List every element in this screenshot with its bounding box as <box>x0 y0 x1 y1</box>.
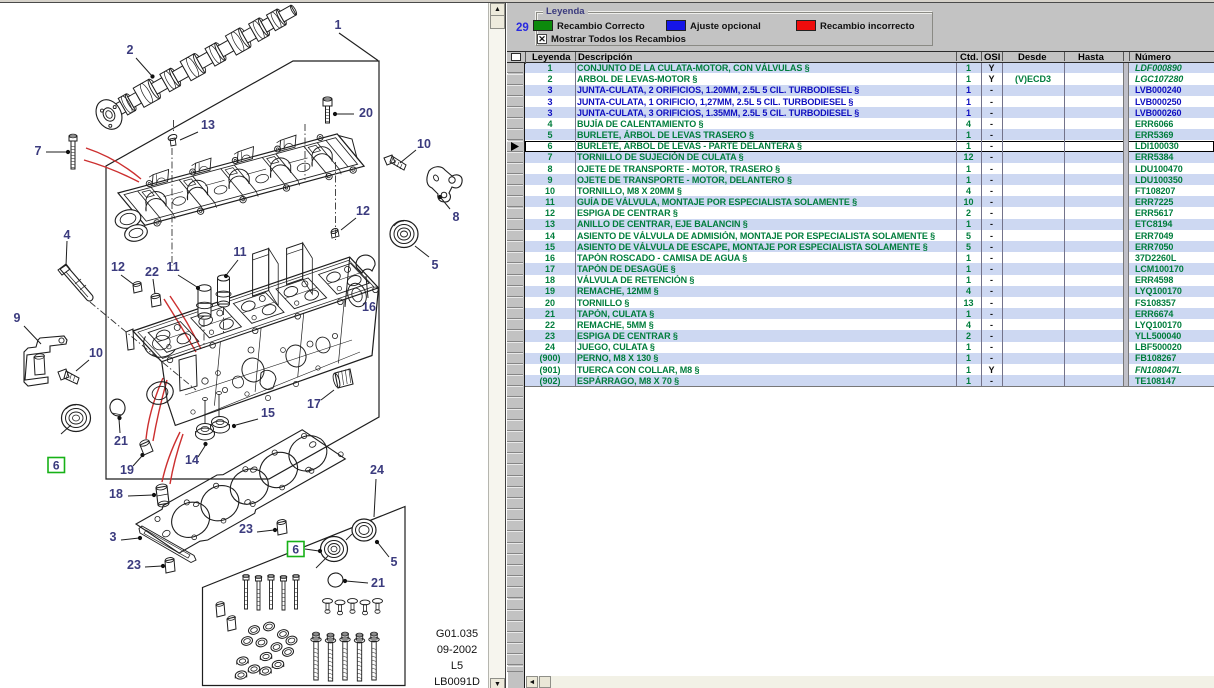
svg-text:LB0091D: LB0091D <box>434 676 480 688</box>
svg-text:3: 3 <box>110 530 117 544</box>
svg-text:G01.035: G01.035 <box>436 628 478 640</box>
svg-text:2: 2 <box>127 43 134 57</box>
svg-text:11: 11 <box>166 260 179 274</box>
svg-text:09-2002: 09-2002 <box>437 644 477 656</box>
svg-text:22: 22 <box>145 265 159 279</box>
svg-text:20: 20 <box>359 106 373 120</box>
svg-text:12: 12 <box>356 204 370 218</box>
svg-text:5: 5 <box>391 555 398 569</box>
svg-text:12: 12 <box>111 260 125 274</box>
svg-text:16: 16 <box>362 300 376 314</box>
svg-text:15: 15 <box>261 406 275 420</box>
svg-text:6: 6 <box>292 543 299 557</box>
svg-text:18: 18 <box>109 487 123 501</box>
svg-text:9: 9 <box>14 311 21 325</box>
svg-text:11: 11 <box>233 245 246 259</box>
svg-text:4: 4 <box>64 228 71 242</box>
svg-text:23: 23 <box>127 558 141 572</box>
svg-text:24: 24 <box>370 463 384 477</box>
svg-text:10: 10 <box>89 346 103 360</box>
svg-text:6: 6 <box>53 459 60 473</box>
svg-text:1: 1 <box>335 18 342 32</box>
svg-text:21: 21 <box>114 434 128 448</box>
svg-text:5: 5 <box>432 258 439 272</box>
svg-text:19: 19 <box>120 463 134 477</box>
svg-text:8: 8 <box>453 210 460 224</box>
svg-text:17: 17 <box>307 397 321 411</box>
svg-text:23: 23 <box>239 522 253 536</box>
svg-text:L5: L5 <box>451 660 463 672</box>
svg-text:14: 14 <box>185 453 199 467</box>
svg-text:10: 10 <box>417 137 431 151</box>
svg-text:7: 7 <box>35 144 42 158</box>
svg-text:13: 13 <box>201 118 215 132</box>
svg-text:21: 21 <box>371 576 385 590</box>
